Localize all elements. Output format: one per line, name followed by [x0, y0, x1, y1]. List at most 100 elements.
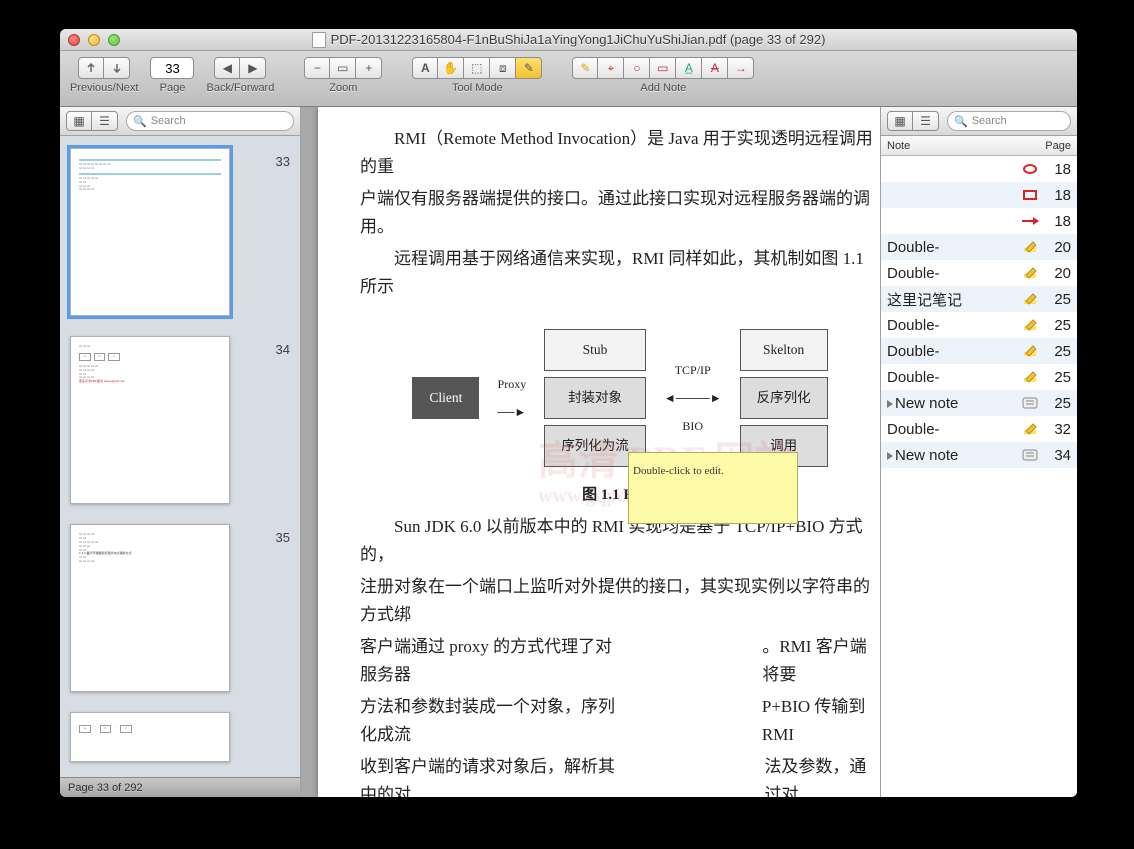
- tool-move-button[interactable]: ✋: [438, 57, 464, 79]
- note-row[interactable]: Double-20: [881, 260, 1077, 286]
- note-page: 20: [1043, 265, 1071, 282]
- note-row[interactable]: Double-20: [881, 234, 1077, 260]
- text: 客户端通过 proxy 的方式代理了对服务器。RMI 客户端将要: [360, 633, 880, 689]
- text: 方法和参数封装成一个对象，序列化成流P+BIO 传输到 RMI: [360, 693, 880, 749]
- zoom-in-button[interactable]: +: [356, 57, 382, 79]
- thumbnail-item[interactable]: txt txt txt txt txt txt txt txttxt txt t…: [60, 144, 300, 332]
- toolbar: Previous/Next Page ◀ ▶ Back/Forward − ▭ …: [60, 51, 1077, 107]
- right-search-input[interactable]: 🔍 Search: [947, 111, 1071, 131]
- text: 注册对象在一个端口上监听对外提供的接口，其实现实例以字符串的方式绑: [360, 573, 880, 629]
- page-content: RMI（Remote Method Invocation）是 Java 用于实现…: [318, 107, 880, 797]
- note-page: 25: [1043, 343, 1071, 360]
- thumbnail-item[interactable]: txt txt txt txttxt txttxt txt txt txt tx…: [60, 520, 300, 708]
- search-icon: 🔍: [133, 115, 147, 128]
- note-highlight-button[interactable]: ✎: [572, 57, 598, 79]
- zoom-button[interactable]: [108, 34, 120, 46]
- sidebar-left: ▦ ☰ 🔍 Search txt txt txt txt txt txt txt…: [60, 107, 301, 797]
- note-header-page: Page: [1045, 140, 1071, 152]
- thumb-page: 34: [250, 342, 290, 357]
- status-text: Page 33 of 292: [68, 782, 143, 794]
- note-anchor-button[interactable]: ⌖: [598, 57, 624, 79]
- status-bar: Page 33 of 292: [60, 777, 300, 797]
- note-row[interactable]: Double-25: [881, 312, 1077, 338]
- thumb-page: 33: [250, 154, 290, 169]
- text: 收到客户端的请求对象后，解析其中的对法及参数，通过对: [360, 753, 880, 797]
- zoom-out-button[interactable]: −: [304, 57, 330, 79]
- document-icon: [312, 32, 326, 48]
- thumbnail-list[interactable]: txt txt txt txt txt txt txt txttxt txt t…: [60, 136, 300, 777]
- tool-select-button[interactable]: ⬚: [464, 57, 490, 79]
- note-type-icon: [1021, 422, 1039, 436]
- forward-button[interactable]: ▶: [240, 57, 266, 79]
- note-row[interactable]: 18: [881, 208, 1077, 234]
- document-view[interactable]: RMI（Remote Method Invocation）是 Java 用于实现…: [301, 107, 880, 797]
- note-type-icon: [1021, 396, 1039, 410]
- titlebar[interactable]: PDF-20131223165804-F1nBuShiJa1aYingYong1…: [60, 29, 1077, 51]
- window: PDF-20131223165804-F1nBuShiJa1aYingYong1…: [60, 29, 1077, 797]
- note-page: 18: [1043, 213, 1071, 230]
- outline-view-button[interactable]: ☰: [92, 111, 118, 131]
- prev-page-button[interactable]: [78, 57, 104, 79]
- note-circle-button[interactable]: ○: [624, 57, 650, 79]
- note-type-icon: [1021, 266, 1039, 280]
- note-row[interactable]: Double-32: [881, 416, 1077, 442]
- page-input[interactable]: [150, 57, 194, 79]
- note-row[interactable]: New note25: [881, 390, 1077, 416]
- diagram-stub-head: Stub: [544, 329, 646, 371]
- note-page: 32: [1043, 421, 1071, 438]
- note-type-icon: [1021, 448, 1039, 462]
- note-line-button[interactable]: →: [728, 57, 754, 79]
- note-type-icon: [1021, 163, 1039, 175]
- note-row[interactable]: Double-25: [881, 338, 1077, 364]
- minimize-button[interactable]: [88, 34, 100, 46]
- sidebar-right: ▦ ☰ 🔍 Search Note Page 181818Double-20Do…: [880, 107, 1077, 797]
- note-page: 34: [1043, 447, 1071, 464]
- diagram-skel-head: Skelton: [740, 329, 828, 371]
- note-type-icon: [1021, 370, 1039, 384]
- note-page: 25: [1043, 369, 1071, 386]
- tool-marquee-button[interactable]: ⧈: [490, 57, 516, 79]
- left-search-placeholder: Search: [151, 115, 186, 127]
- sticky-note[interactable]: Double-click to edit.: [628, 452, 798, 524]
- note-row[interactable]: 18: [881, 156, 1077, 182]
- thumbnail-view-button[interactable]: ▦: [66, 111, 92, 131]
- note-row[interactable]: New note34: [881, 442, 1077, 468]
- note-box-button[interactable]: ▭: [650, 57, 676, 79]
- note-page: 18: [1043, 161, 1071, 178]
- note-page: 25: [1043, 395, 1071, 412]
- prevnext-label: Previous/Next: [70, 82, 138, 94]
- note-row[interactable]: 这里记笔记25: [881, 286, 1077, 312]
- thumbnail-item[interactable]: a→b→c: [60, 708, 300, 777]
- zoom-fit-button[interactable]: ▭: [330, 57, 356, 79]
- diagram-client: Client: [412, 377, 479, 419]
- diagram: Client Proxy──► Stub 封装对象 序列化为流 TCP/IP◄─…: [360, 329, 880, 467]
- tool-text-button[interactable]: A: [412, 57, 438, 79]
- note-page: 25: [1043, 317, 1071, 334]
- note-grid-button[interactable]: ▦: [887, 111, 913, 131]
- next-page-button[interactable]: [104, 57, 130, 79]
- note-type-icon: [1021, 318, 1039, 332]
- note-page: 18: [1043, 187, 1071, 204]
- note-type-icon: [1021, 240, 1039, 254]
- close-button[interactable]: [68, 34, 80, 46]
- note-list-button[interactable]: ☰: [913, 111, 939, 131]
- addnote-label: Add Note: [640, 82, 686, 94]
- note-row[interactable]: 18: [881, 182, 1077, 208]
- disclosure-icon[interactable]: [887, 400, 893, 408]
- note-list[interactable]: 181818Double-20Double-20这里记笔记25Double-25…: [881, 156, 1077, 797]
- note-underline-button[interactable]: A̲: [676, 57, 702, 79]
- note-strike-button[interactable]: A: [702, 57, 728, 79]
- window-title: PDF-20131223165804-F1nBuShiJa1aYingYong1…: [331, 32, 826, 47]
- text: Sun JDK 6.0 以前版本中的 RMI 实现均是基于 TCP/IP+BIO…: [360, 513, 880, 569]
- note-page: 20: [1043, 239, 1071, 256]
- left-search-input[interactable]: 🔍 Search: [126, 111, 294, 131]
- diagram-skel1: 反序列化: [740, 377, 828, 419]
- thumbnail-item[interactable]: txt txt txtabctxt txt txt txt txttxt txt…: [60, 332, 300, 520]
- diagram-stub1: 封装对象: [544, 377, 646, 419]
- note-type-icon: [1021, 344, 1039, 358]
- tool-highlight-button[interactable]: ✎: [516, 57, 542, 79]
- note-row[interactable]: Double-25: [881, 364, 1077, 390]
- back-button[interactable]: ◀: [214, 57, 240, 79]
- page-label: Page: [160, 82, 186, 94]
- disclosure-icon[interactable]: [887, 452, 893, 460]
